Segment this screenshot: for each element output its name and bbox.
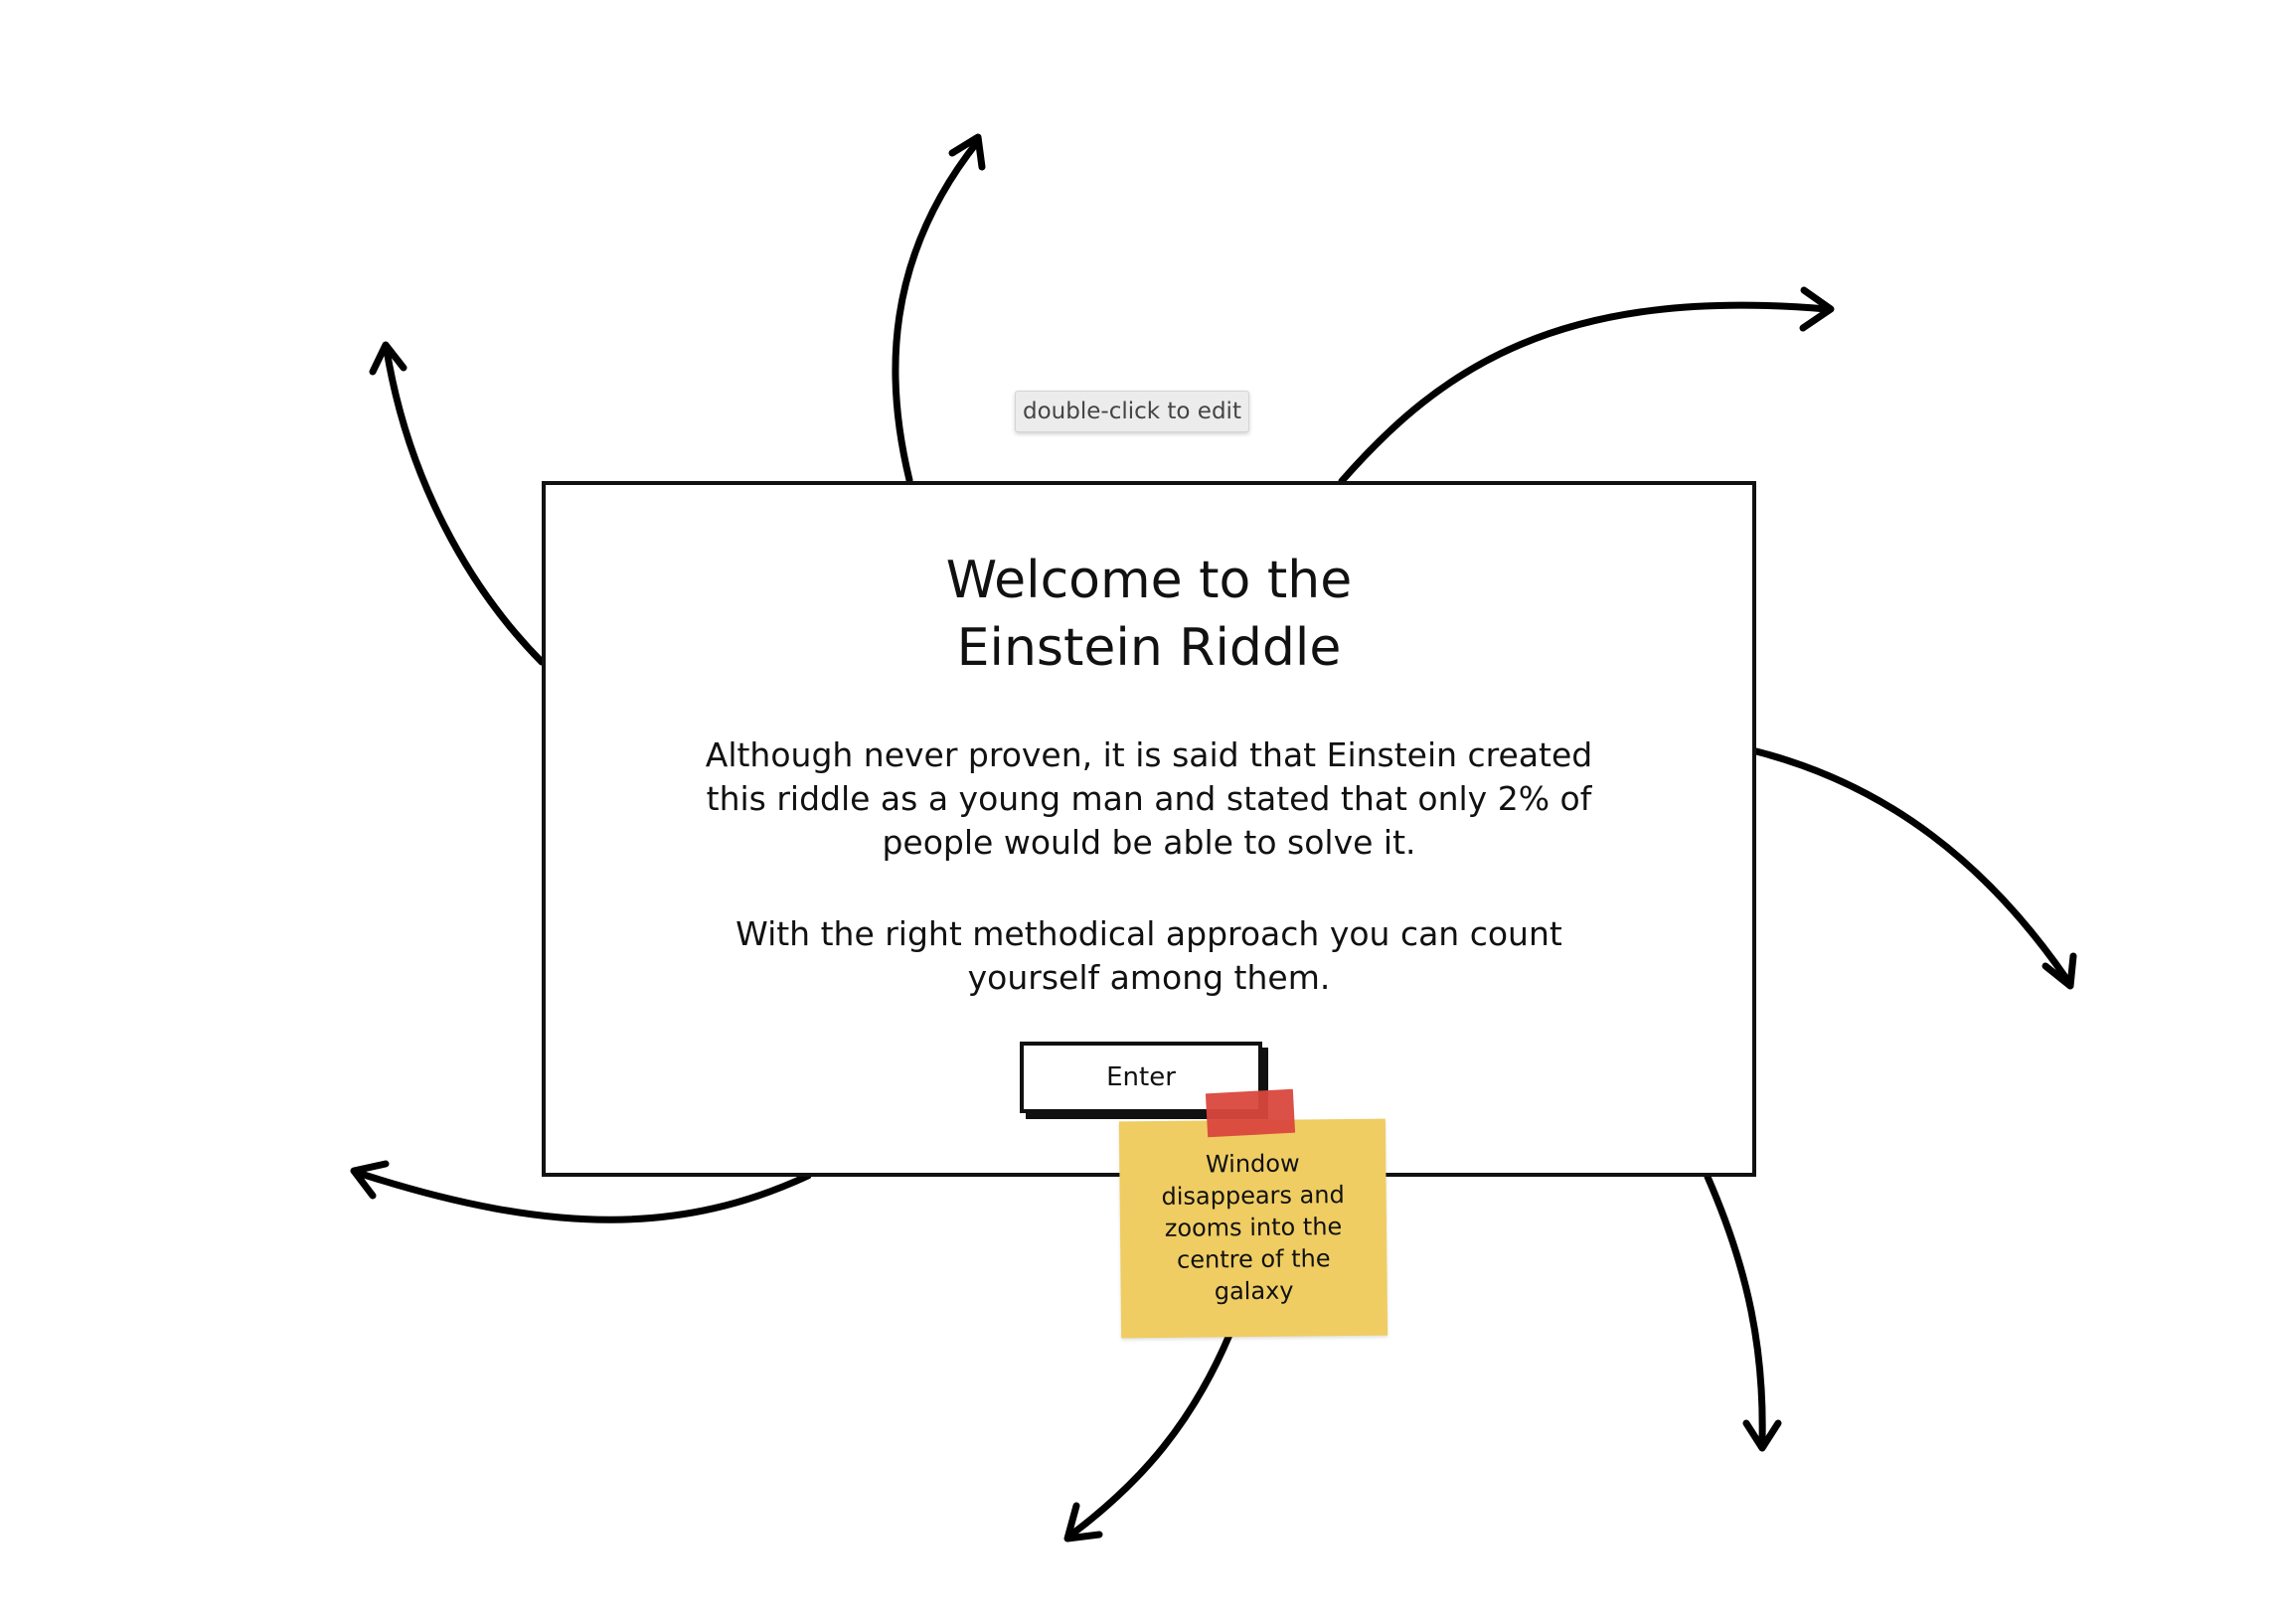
dialog-title-line2: Einstein Riddle [956, 618, 1342, 678]
arrow-top-left-icon [369, 341, 546, 666]
dialog-title-line1: Welcome to the [945, 551, 1353, 610]
welcome-dialog: Welcome to the Einstein Riddle Although … [542, 481, 1756, 1177]
sticky-note-text: Window disappears and zooms into the cen… [1161, 1149, 1345, 1306]
edit-tooltip: double-click to edit [1015, 391, 1249, 432]
sticky-note[interactable]: Window disappears and zooms into the cen… [1118, 1118, 1388, 1339]
intro-paragraph: Although never proven, it is said that E… [705, 735, 1593, 862]
arrow-top-icon [892, 133, 986, 484]
tape-icon [1205, 1088, 1296, 1138]
arrow-bottom-right-icon [1704, 1173, 1782, 1452]
arrow-top-right-icon [1338, 286, 1835, 485]
encouragement-paragraph: With the right methodical approach you c… [735, 914, 1562, 997]
dialog-title: Welcome to the Einstein Riddle [546, 547, 1752, 682]
arrow-right-icon [1752, 747, 2077, 990]
arrow-bottom-icon [1063, 1331, 1233, 1543]
